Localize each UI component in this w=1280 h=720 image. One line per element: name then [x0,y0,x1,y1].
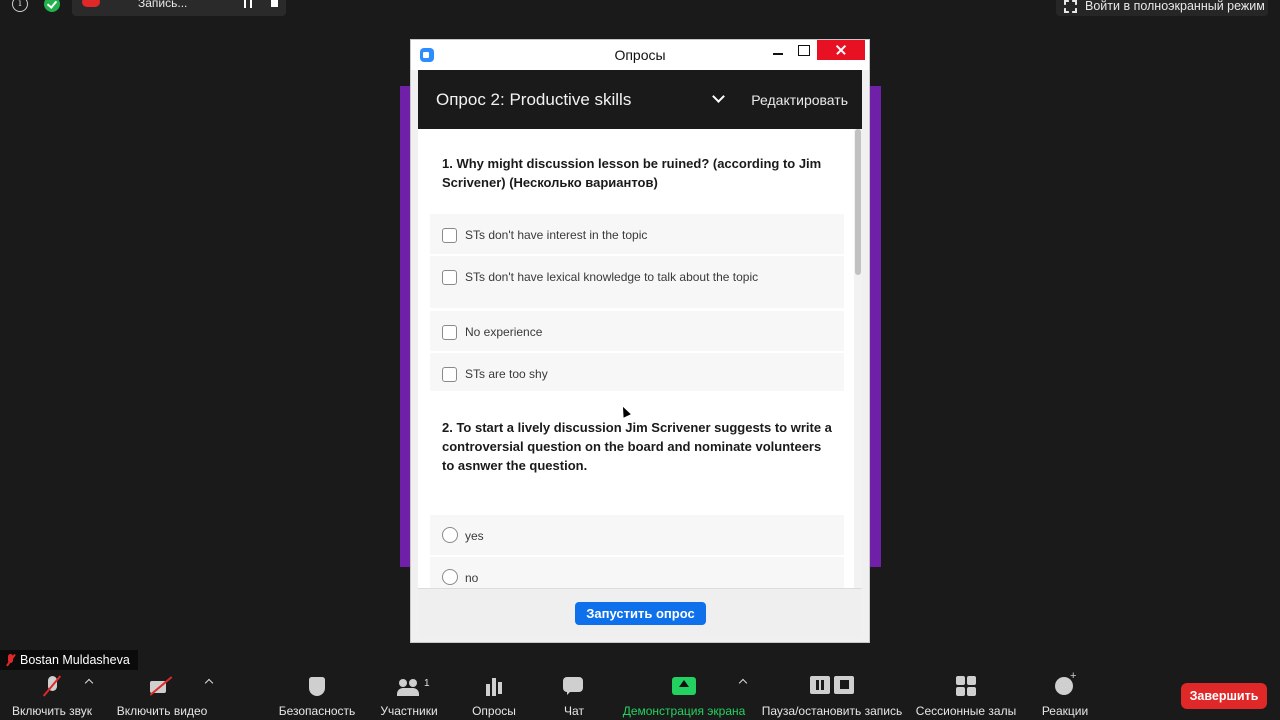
chevron-down-icon[interactable] [712,90,725,103]
launch-poll-button[interactable]: Запустить опрос [575,602,706,625]
participant-name-tag: Bostan Muldasheva [0,650,138,670]
breakout-rooms-label: Сессионные залы [915,704,1017,718]
end-meeting-button[interactable]: Завершить [1181,683,1267,709]
chat-button[interactable]: Чат [550,670,598,720]
start-video-label: Включить видео [116,704,208,718]
participants-icon [397,676,421,698]
fullscreen-label: Войти в полноэкранный режим [1085,0,1265,13]
breakout-rooms-icon [954,676,978,698]
record-label: Пауза/остановить запись [761,704,903,718]
security-shield-icon [305,676,329,698]
option-label: STs don't have lexical knowledge to talk… [465,270,759,284]
checkbox-icon[interactable] [442,270,457,285]
chat-bubble-icon [562,676,586,698]
security-label: Безопасность [278,704,356,718]
option-label: yes [465,529,484,543]
participants-button[interactable]: Участники [374,670,444,720]
stop-icon [840,680,849,689]
polls-label: Опросы [472,704,516,718]
checkbox-icon[interactable] [442,325,457,340]
option-label: no [465,571,479,585]
breakout-rooms-button[interactable]: Сессионные залы [912,670,1020,720]
recording-stop-icon[interactable] [271,0,278,7]
share-screen-button[interactable]: Демонстрация экрана [618,670,750,720]
poll-scrollbar[interactable] [854,129,862,588]
share-screen-icon [672,676,696,698]
question-1: 1. Why might discussion lesson be ruined… [442,156,822,190]
participant-name: Bostan Muldasheva [20,653,130,667]
participants-label: Участники [380,704,438,718]
option-checkbox[interactable]: STs don't have interest in the topic [430,214,844,254]
maximize-button[interactable] [789,40,819,62]
record-button[interactable]: Пауза/остановить запись [760,670,904,720]
option-checkbox[interactable]: STs are too shy [430,353,844,391]
unmute-button[interactable]: Включить звук [4,670,100,720]
video-off-icon [150,676,174,698]
start-video-button[interactable]: Включить видео [110,670,214,720]
poll-title: Опрос 2: Productive skills [436,90,632,109]
option-label: STs are too shy [465,367,548,381]
encryption-shield-icon[interactable] [44,0,60,12]
option-label: STs don't have interest in the topic [465,228,648,242]
recording-label: Запись... [138,0,188,10]
poll-footer: Запустить опрос [418,588,862,637]
window-titlebar[interactable]: Опросы [411,40,869,70]
unmute-label: Включить звук [11,704,93,718]
meeting-toolbar: Включить звук Включить видео Безопасност… [0,670,1280,720]
chat-label: Чат [564,704,584,718]
pause-icon [816,680,824,690]
option-radio[interactable]: no [430,557,844,588]
poll-window: Опросы Опрос 2: Productive skills Редакт… [410,39,870,643]
pause-stop-record-icon [808,676,856,698]
info-icon[interactable]: i [12,0,28,12]
radio-icon[interactable] [442,527,458,543]
option-label: No experience [465,325,543,339]
edit-link[interactable]: Редактировать [751,92,848,108]
fullscreen-button[interactable]: Войти в полноэкранный режим [1056,0,1268,16]
reactions-smiley-icon [1053,670,1077,698]
poll-body: 1. Why might discussion lesson be ruined… [418,129,854,588]
question-2: 2. To start a lively discussion Jim Scri… [442,420,832,473]
polls-chart-icon [482,676,506,698]
microphone-muted-icon [40,676,64,698]
option-radio[interactable]: yes [430,515,844,555]
fullscreen-icon [1064,0,1077,13]
radio-icon[interactable] [442,569,458,585]
poll-header: Опрос 2: Productive skills Редактировать [418,70,862,129]
mic-muted-icon [6,654,15,666]
participants-count: 1 [424,678,430,689]
option-checkbox[interactable]: No experience [430,311,844,351]
checkbox-icon[interactable] [442,367,457,382]
close-button[interactable] [817,40,865,60]
scroll-thumb[interactable] [855,129,861,275]
polls-button[interactable]: Опросы [462,670,526,720]
recording-pause-icon[interactable] [244,0,252,8]
reactions-button[interactable]: Реакции [1036,670,1094,720]
reactions-label: Реакции [1041,704,1089,718]
recording-dot-icon [82,0,100,7]
option-checkbox[interactable]: STs don't have lexical knowledge to talk… [430,256,844,308]
checkbox-icon[interactable] [442,228,457,243]
security-button[interactable]: Безопасность [274,670,360,720]
share-screen-label: Демонстрация экрана [622,704,746,718]
